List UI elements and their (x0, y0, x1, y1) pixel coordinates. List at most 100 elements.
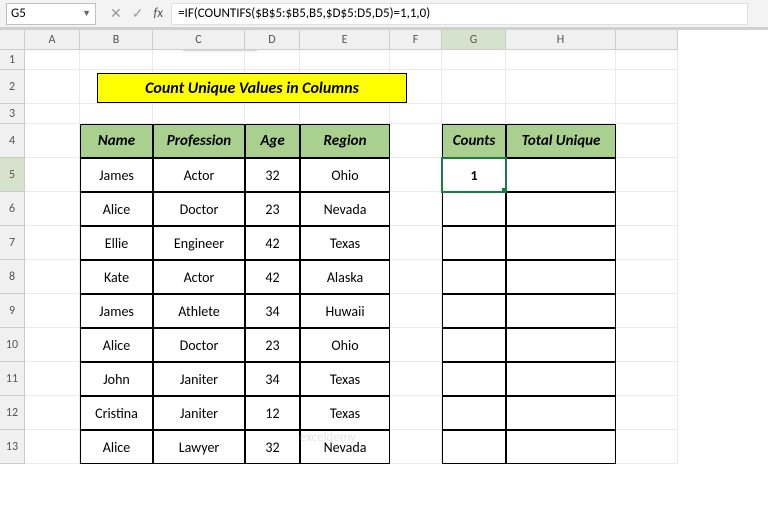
cell-F13[interactable] (390, 430, 442, 464)
cell-H13[interactable] (506, 430, 616, 464)
cell-C10[interactable]: Doctor (153, 328, 245, 362)
col-header-D[interactable]: D (245, 30, 300, 50)
cell-H11[interactable] (506, 362, 616, 396)
row-header-6[interactable]: 6 (0, 192, 25, 226)
cell-E7[interactable]: Texas (300, 226, 390, 260)
cell-I1[interactable] (616, 50, 678, 70)
row-header-1[interactable]: 1 (0, 50, 25, 70)
cell-D9[interactable]: 34 (245, 294, 300, 328)
cell-G9[interactable] (442, 294, 506, 328)
cell-D12[interactable]: 12 (245, 396, 300, 430)
row-header-2[interactable]: 2 (0, 70, 25, 104)
cell-H10[interactable] (506, 328, 616, 362)
cell-D11[interactable]: 34 (245, 362, 300, 396)
cell-A6[interactable] (25, 192, 80, 226)
col-header-C[interactable]: C (153, 30, 245, 50)
cell-D4[interactable]: Age (245, 124, 300, 158)
cell-H2[interactable] (506, 70, 616, 104)
cell-A11[interactable] (25, 362, 80, 396)
cell-A3[interactable] (25, 104, 80, 124)
cell-E12[interactable]: Texas (300, 396, 390, 430)
cell-F5[interactable] (390, 158, 442, 192)
cell-I3[interactable] (616, 104, 678, 124)
row-header-8[interactable]: 8 (0, 260, 25, 294)
cell-I2[interactable] (616, 70, 678, 104)
cell-B8[interactable]: Kate (80, 260, 153, 294)
cell-G7[interactable] (442, 226, 506, 260)
cell-E3[interactable] (300, 104, 390, 124)
enter-icon[interactable]: ✓ (132, 5, 144, 22)
select-all-corner[interactable] (0, 30, 25, 50)
cell-A7[interactable] (25, 226, 80, 260)
cell-B9[interactable]: James (80, 294, 153, 328)
cell-I5[interactable] (616, 158, 678, 192)
cell-D13[interactable]: 32 (245, 430, 300, 464)
cell-G2[interactable] (442, 70, 506, 104)
cell-C12[interactable]: Janiter (153, 396, 245, 430)
cell-E11[interactable]: Texas (300, 362, 390, 396)
cell-I8[interactable] (616, 260, 678, 294)
cell-H1[interactable] (506, 50, 616, 70)
cell-C4[interactable]: Profession (153, 124, 245, 158)
cell-D7[interactable]: 42 (245, 226, 300, 260)
cell-I9[interactable] (616, 294, 678, 328)
cell-C1[interactable] (153, 50, 245, 70)
cell-F8[interactable] (390, 260, 442, 294)
row-header-5[interactable]: 5 (0, 158, 25, 192)
cell-F7[interactable] (390, 226, 442, 260)
cell-G3[interactable] (442, 104, 506, 124)
col-header-H[interactable]: H (506, 30, 616, 50)
cell-H9[interactable] (506, 294, 616, 328)
cell-A10[interactable] (25, 328, 80, 362)
cell-I7[interactable] (616, 226, 678, 260)
cell-G10[interactable] (442, 328, 506, 362)
cell-H7[interactable] (506, 226, 616, 260)
cell-G12[interactable] (442, 396, 506, 430)
cell-G4[interactable]: Counts (442, 124, 506, 158)
cell-C9[interactable]: Athlete (153, 294, 245, 328)
cell-F9[interactable] (390, 294, 442, 328)
col-header-F[interactable]: F (390, 30, 442, 50)
cell-B13[interactable]: Alice (80, 430, 153, 464)
name-box[interactable]: G5 ▼ (6, 3, 96, 25)
cell-A1[interactable] (25, 50, 80, 70)
row-header-10[interactable]: 10 (0, 328, 25, 362)
row-header-7[interactable]: 7 (0, 226, 25, 260)
fill-handle[interactable] (502, 188, 506, 192)
cell-G6[interactable] (442, 192, 506, 226)
row-header-13[interactable]: 13 (0, 430, 25, 464)
cell-F12[interactable] (390, 396, 442, 430)
cell-C11[interactable]: Janiter (153, 362, 245, 396)
cell-E4[interactable]: Region (300, 124, 390, 158)
cell-H6[interactable] (506, 192, 616, 226)
cell-F10[interactable] (390, 328, 442, 362)
cell-G5[interactable]: 1 (442, 158, 506, 192)
cell-A9[interactable] (25, 294, 80, 328)
cell-C7[interactable]: Engineer (153, 226, 245, 260)
cell-G11[interactable] (442, 362, 506, 396)
cell-A2[interactable] (25, 70, 80, 104)
cell-B5[interactable]: James (80, 158, 153, 192)
cell-D3[interactable] (245, 104, 300, 124)
cell-E6[interactable]: Nevada (300, 192, 390, 226)
cell-B4[interactable]: Name (80, 124, 153, 158)
cell-A5[interactable] (25, 158, 80, 192)
cell-E9[interactable]: Huwaii (300, 294, 390, 328)
cell-I13[interactable] (616, 430, 678, 464)
cell-I11[interactable] (616, 362, 678, 396)
cell-H5[interactable] (506, 158, 616, 192)
cell-B10[interactable]: Alice (80, 328, 153, 362)
cell-E10[interactable]: Ohio (300, 328, 390, 362)
cell-D5[interactable]: 32 (245, 158, 300, 192)
cell-B12[interactable]: Cristina (80, 396, 153, 430)
cell-I10[interactable] (616, 328, 678, 362)
cell-G8[interactable] (442, 260, 506, 294)
chevron-down-icon[interactable]: ▼ (82, 8, 91, 19)
formula-input[interactable]: =IF(COUNTIFS($B$5:$B5,B5,$D$5:D5,D5)=1,1… (171, 3, 748, 25)
row-header-12[interactable]: 12 (0, 396, 25, 430)
cancel-icon[interactable]: ✕ (110, 5, 122, 22)
col-header-G[interactable]: G (442, 30, 506, 50)
cell-E13[interactable]: Nevada (300, 430, 390, 464)
cell-F4[interactable] (390, 124, 442, 158)
cell-F11[interactable] (390, 362, 442, 396)
